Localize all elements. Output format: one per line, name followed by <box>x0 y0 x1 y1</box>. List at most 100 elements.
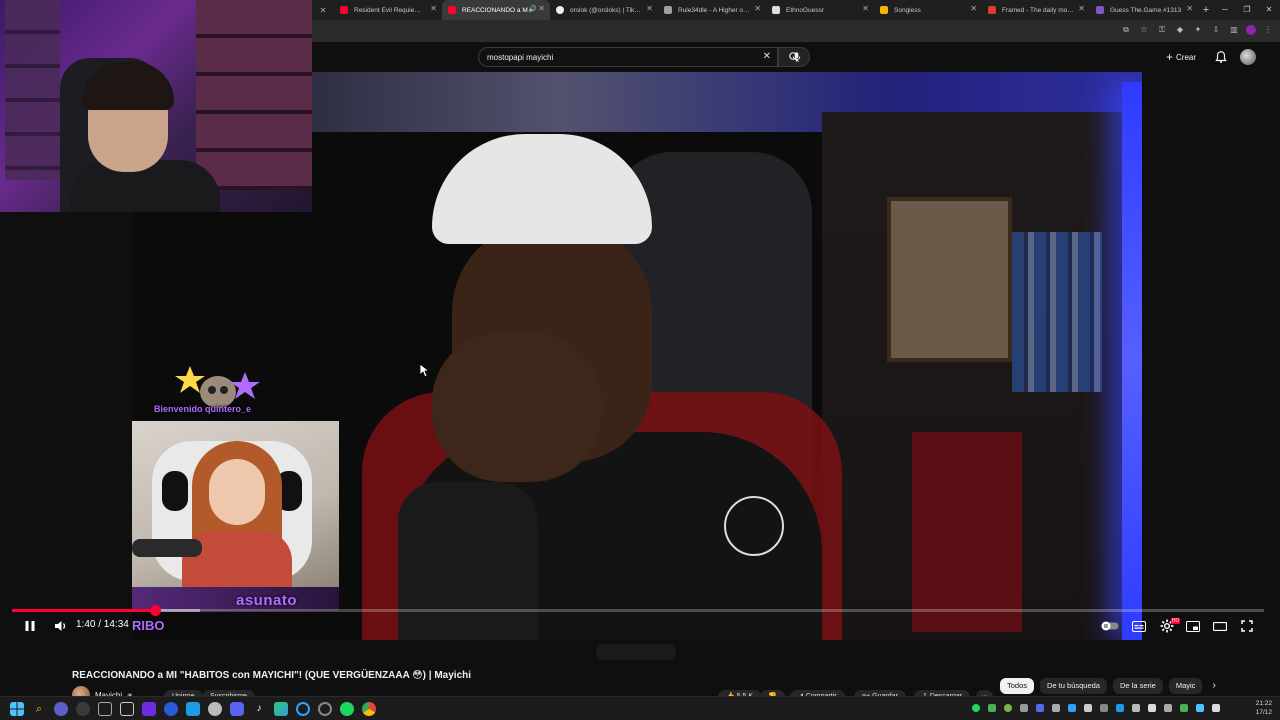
taskbar-app-icon[interactable] <box>120 702 134 716</box>
filter-chip-from-search[interactable]: De tu búsqueda <box>1040 678 1107 694</box>
browser-tab-6[interactable]: Framed - The daily movie ✕ <box>982 0 1090 20</box>
taskbar-steam-icon[interactable] <box>186 702 200 716</box>
tray-app-icon-10[interactable] <box>1164 704 1172 712</box>
tray-app-icon-4[interactable] <box>1052 704 1060 712</box>
tray-volume-icon[interactable] <box>1212 704 1220 712</box>
taskbar-app-green-icon[interactable] <box>274 702 288 716</box>
close-icon[interactable]: ✕ <box>754 4 761 13</box>
close-icon[interactable]: ✕ <box>1186 4 1193 13</box>
video-person-hand <box>432 332 602 482</box>
minimize-icon[interactable]: ─ <box>1214 0 1236 20</box>
subtitles-button[interactable] <box>1131 618 1147 634</box>
taskbar-discord-icon[interactable] <box>230 702 244 716</box>
password-key-icon[interactable]: ⚿ <box>1156 23 1168 37</box>
windows-start-icon[interactable] <box>10 702 24 716</box>
video-controls: 1:40 / 14:34 HD <box>0 614 1280 638</box>
filter-chip-all[interactable]: Todos <box>1000 678 1035 694</box>
mute-button[interactable] <box>52 618 68 634</box>
fullscreen-button[interactable] <box>1239 618 1255 634</box>
create-button[interactable]: + Crear <box>1166 49 1196 65</box>
profile-avatar-icon[interactable] <box>1246 25 1256 35</box>
theater-mode-button[interactable] <box>1212 618 1228 634</box>
extensions-puzzle-icon[interactable]: ✦ <box>1192 23 1204 37</box>
video-red-box <box>912 432 1022 632</box>
autoplay-toggle-icon <box>1101 621 1119 631</box>
system-clock[interactable]: 21:22 17/12 <box>1256 699 1272 717</box>
close-icon[interactable]: ✕ <box>646 4 653 13</box>
tray-app-icon-9[interactable] <box>1148 704 1156 712</box>
maximize-icon[interactable]: ❐ <box>1236 0 1258 20</box>
menu-dots-icon[interactable]: ⋮ <box>1262 23 1274 37</box>
microphone-icon <box>792 52 800 62</box>
browser-tab-1[interactable]: REACCIONANDO a M 🔊 ✕ <box>442 0 550 20</box>
close-icon[interactable]: ✕ <box>1078 4 1085 13</box>
close-icon[interactable]: ✕ <box>862 4 869 13</box>
taskbar-app-v-icon[interactable] <box>54 702 68 716</box>
tray-app-icon-11[interactable] <box>1180 704 1188 712</box>
close-icon[interactable]: ✕ <box>538 4 545 13</box>
close-icon[interactable]: ✕ <box>430 4 437 13</box>
settings-button[interactable]: HD <box>1158 618 1180 634</box>
tray-network-icon[interactable] <box>1196 704 1204 712</box>
taskbar-obs-icon[interactable] <box>318 702 332 716</box>
clear-search-icon[interactable]: ✕ <box>763 51 771 62</box>
tray-app-icon-5[interactable] <box>1068 704 1076 712</box>
account-avatar[interactable] <box>1240 49 1256 65</box>
tray-app-icon-3[interactable] <box>1020 704 1028 712</box>
taskbar-search-icon[interactable]: ⌕ <box>32 702 46 716</box>
new-tab-button[interactable]: + <box>1198 4 1214 16</box>
browser-tab-5[interactable]: Songless ✕ <box>874 0 982 20</box>
taskbar-tiktok-icon[interactable]: ♪ <box>252 702 266 716</box>
tray-discord-icon[interactable] <box>1036 704 1044 712</box>
downloads-icon[interactable]: ⇩ <box>1210 23 1222 37</box>
screen: ✕ Resident Evil Requiem - T ✕ REACCIONAN… <box>0 0 1280 720</box>
taskbar-taskview-icon[interactable] <box>98 702 112 716</box>
bookmark-star-icon[interactable]: ☆ <box>1138 23 1150 37</box>
close-icon[interactable]: ✕ <box>970 4 977 13</box>
browser-tab-4[interactable]: EthnoGuessr ✕ <box>766 0 874 20</box>
video-neon-light <box>1122 82 1142 640</box>
filter-chip-series[interactable]: De la serie <box>1112 678 1163 694</box>
extension-shield-icon[interactable]: ◆ <box>1174 23 1186 37</box>
progress-played <box>12 609 155 612</box>
video-progress-bar[interactable] <box>12 605 1264 616</box>
related-filters: Todos De tu búsqueda De la serie Mayic › <box>1000 678 1220 694</box>
browser-tab-3[interactable]: Rule34dle - A Higher or L ✕ <box>658 0 766 20</box>
close-icon[interactable]: ✕ <box>320 6 327 15</box>
volume-icon <box>54 621 65 631</box>
psg-logo <box>724 496 784 556</box>
taskbar-app-ring-icon[interactable] <box>296 702 310 716</box>
close-window-icon[interactable]: ✕ <box>1258 0 1280 20</box>
tray-spotify-icon[interactable] <box>972 704 980 712</box>
search-input[interactable] <box>487 52 727 62</box>
notifications-bell-icon[interactable] <box>1214 50 1228 64</box>
autoplay-toggle[interactable] <box>1101 618 1119 634</box>
taskbar-spotify-icon[interactable] <box>340 702 354 716</box>
taskbar-app-blue-icon[interactable] <box>164 702 178 716</box>
tray-steam-icon[interactable] <box>1116 704 1124 712</box>
taskbar-app-grey-icon[interactable] <box>208 702 222 716</box>
chair-spot <box>162 471 188 511</box>
speaker-icon[interactable]: 🔊 <box>528 5 537 13</box>
tray-app-icon[interactable] <box>988 704 996 712</box>
tray-app-icon-7[interactable] <box>1100 704 1108 712</box>
pause-button[interactable] <box>22 618 38 634</box>
taskbar-app-k-icon[interactable] <box>76 702 90 716</box>
search-box[interactable]: ✕ <box>478 47 778 67</box>
browser-tab-7[interactable]: Guess The.Game #1313 ✕ <box>1090 0 1198 20</box>
browser-tab-0[interactable]: Resident Evil Requiem - T ✕ <box>334 0 442 20</box>
sidepanel-icon[interactable]: ▥ <box>1228 23 1240 37</box>
chevron-right-icon[interactable]: › <box>1208 678 1219 694</box>
tray-app-icon-2[interactable] <box>1004 704 1012 712</box>
voice-search-button[interactable] <box>786 47 806 67</box>
miniplayer-button[interactable] <box>1185 618 1201 634</box>
filter-chip-channel[interactable]: Mayic <box>1168 678 1203 694</box>
taskbar-chrome-icon[interactable] <box>362 702 376 716</box>
tab-close-prev[interactable]: ✕ <box>312 0 334 20</box>
browser-tab-2[interactable]: orslok (@orsloks) | TikTok ✕ <box>550 0 658 20</box>
tray-app-icon-6[interactable] <box>1084 704 1092 712</box>
tray-app-icon-8[interactable] <box>1132 704 1140 712</box>
taskbar-app-purple-icon[interactable] <box>142 702 156 716</box>
pause-icon <box>25 621 35 631</box>
install-app-icon[interactable]: ⧉ <box>1120 23 1132 37</box>
